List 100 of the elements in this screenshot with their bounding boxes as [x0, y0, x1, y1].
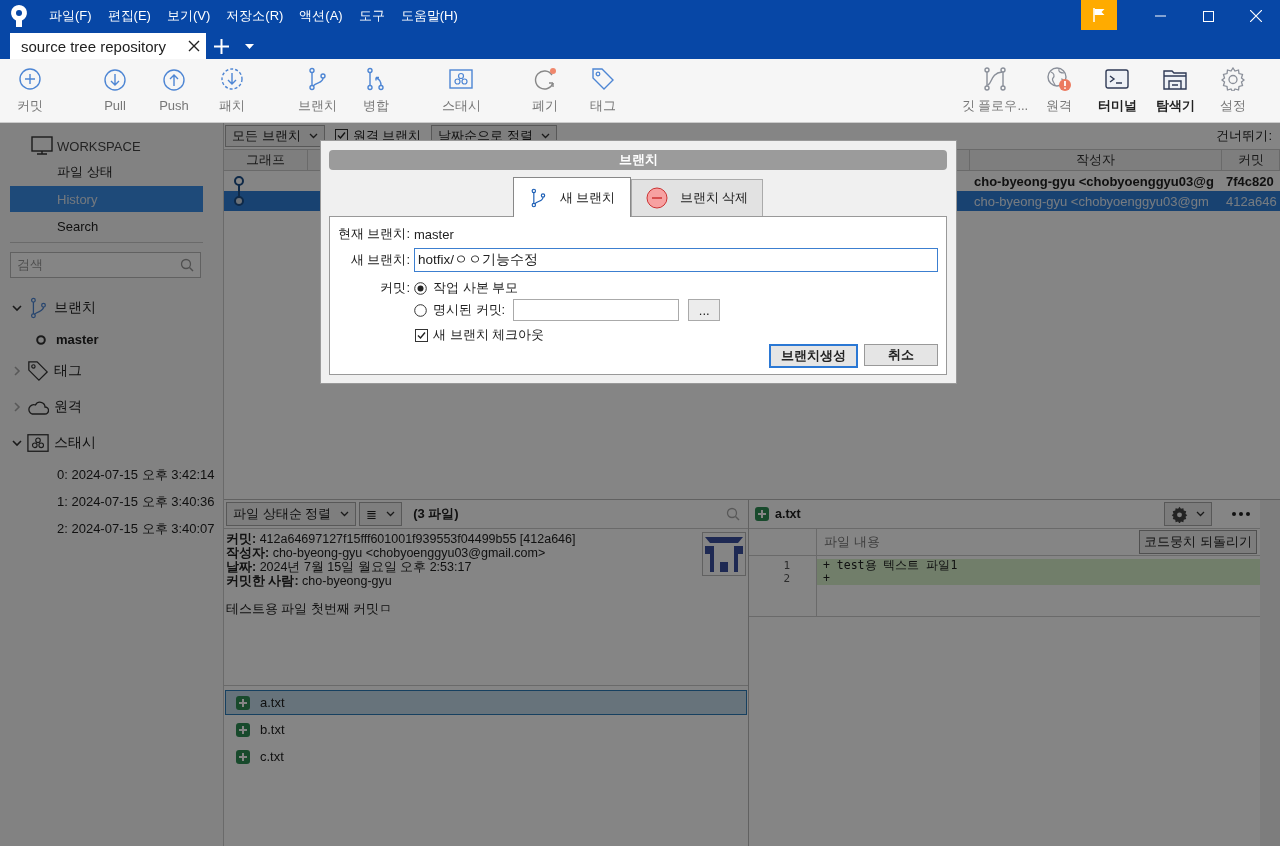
stash-icon — [449, 66, 473, 91]
skip-label: 건너뛰기: — [1216, 126, 1272, 145]
toolbar-button[interactable]: 탐색기 — [1146, 59, 1204, 122]
chevron-right-icon — [12, 402, 22, 412]
minus-circle-icon — [645, 187, 668, 209]
radio-label[interactable]: 명시된 커밋: — [433, 301, 506, 319]
menu-item[interactable]: 편집(E) — [99, 3, 159, 29]
chevron-down-icon — [340, 511, 350, 517]
toolbar-button[interactable]: Push — [145, 59, 203, 122]
check-icon — [336, 131, 346, 140]
sort-dropdown[interactable]: 파일 상태순 정렬 — [226, 502, 357, 526]
more-icon[interactable] — [1232, 512, 1250, 516]
commit-info-line: 커밋한 사람: cho-byeong-gyu — [226, 574, 393, 588]
commit-field[interactable] — [513, 299, 680, 321]
menu-item[interactable]: 보기(V) — [158, 3, 219, 29]
browse-button[interactable]: ... — [688, 299, 721, 321]
chevron-down-icon — [12, 438, 22, 448]
menu-item[interactable]: 파일(F) — [41, 3, 100, 29]
toolbar-button[interactable]: 커밋 — [1, 59, 59, 122]
file-item[interactable]: a.txt — [225, 690, 747, 715]
dialog-tab[interactable]: 새 브랜치 — [512, 177, 631, 217]
stash-item[interactable]: 2: 2024-07-15 오후 3:40:07 — [0, 515, 223, 542]
current-branch-value: master — [414, 226, 454, 242]
toolbar-button[interactable]: 설정 — [1204, 59, 1262, 122]
table-cell-text: cho-byeong-gyu <chobyoenggyu03@g — [973, 173, 1215, 189]
caret-icon — [245, 43, 255, 49]
column-header[interactable]: 그래프 — [224, 150, 308, 170]
commit-info-line: 날짜: 2024년 7월 15일 월요일 오후 2:53:17 — [226, 560, 473, 574]
monitor-icon — [31, 136, 53, 156]
stash-item[interactable]: 1: 2024-07-15 오후 3:40:36 — [0, 488, 223, 515]
toolbar-button[interactable]: 패치 — [203, 59, 261, 122]
terminal-icon — [1105, 66, 1129, 91]
sidebar-section[interactable]: 원격 — [0, 389, 223, 425]
sidebar-section[interactable]: 스태시 — [0, 425, 223, 461]
line-number: 1 — [782, 559, 791, 572]
menu-item[interactable]: 도구 — [350, 3, 393, 29]
tag-icon — [591, 66, 615, 91]
chevron-down-icon — [540, 132, 550, 139]
menu-item[interactable]: 저장소(R) — [218, 3, 292, 29]
up-arrow-circle-icon — [162, 68, 186, 92]
chevron-down-icon — [386, 511, 396, 517]
file-count: (3 파일) — [413, 505, 459, 523]
settings-icon — [1171, 505, 1188, 523]
commit-info-line: 커밋: 412a64697127f15fff601001f939553f04499b55 [412a646] — [226, 532, 577, 546]
toolbar-button[interactable]: 원격 — [1030, 59, 1088, 122]
line-number: 2 — [782, 572, 791, 585]
sidebar-section[interactable]: 브랜치 — [0, 290, 223, 326]
checkout-checkbox[interactable]: 새 브랜치 체크아웃 — [415, 326, 545, 344]
sidebar-item[interactable]: Search — [10, 213, 203, 239]
branch-filter-dropdown[interactable]: 모든 브랜치 — [225, 124, 325, 147]
branch-item[interactable]: master — [0, 326, 223, 353]
radio-label[interactable]: 작업 사본 부모 — [433, 279, 519, 297]
commit-message: 테스트용 파일 첫번째 커밋ㅁ — [226, 602, 394, 616]
flag-icon — [1093, 8, 1105, 22]
settings-dropdown[interactable] — [1164, 502, 1212, 526]
toolbar-button[interactable]: 스태시 — [432, 59, 490, 122]
create-branch-button[interactable]: 브랜치생성 — [769, 344, 858, 368]
toolbar-button[interactable]: 터미널 — [1088, 59, 1146, 122]
radio-empty-icon[interactable] — [414, 303, 427, 317]
cancel-button[interactable]: 취소 — [864, 344, 938, 366]
close-icon[interactable] — [188, 40, 201, 52]
table-cell-text: cho-byeong-gyu <chobyoenggyu03@gm — [973, 193, 1210, 209]
toolbar-button[interactable]: 병합 — [347, 59, 405, 122]
sidebar-item[interactable]: 파일 상태 — [10, 159, 203, 185]
column-header[interactable]: 작성자 — [970, 150, 1222, 170]
git-flow-icon — [983, 66, 1007, 91]
chevron-down-icon — [12, 303, 22, 313]
radio-selected-icon[interactable] — [414, 281, 427, 295]
chevron-right-icon — [12, 366, 22, 376]
settings-icon — [1221, 66, 1245, 91]
column-header[interactable]: 커밋 — [1222, 150, 1280, 170]
plus-circle-icon — [18, 66, 42, 91]
globe-icon — [1047, 66, 1071, 91]
repository-tab[interactable]: source tree repository — [10, 33, 207, 59]
tag-icon — [27, 360, 49, 382]
view-dropdown[interactable]: ≣ — [359, 502, 403, 526]
close-icon — [1250, 10, 1262, 22]
dialog-tab[interactable]: 브랜치 삭제 — [630, 179, 764, 216]
stash-icon — [27, 432, 49, 454]
branch-name-field[interactable]: hotfix/ㅇㅇ기능수정 — [414, 248, 938, 272]
dialog-title: 브랜치 — [329, 150, 947, 170]
file-item[interactable]: b.txt — [225, 717, 747, 742]
file-item[interactable]: c.txt — [225, 744, 747, 769]
stash-item[interactable]: 0: 2024-07-15 오후 3:42:14 — [0, 461, 223, 488]
toolbar-button[interactable]: 브랜치 — [288, 59, 346, 122]
file-name: a.txt — [775, 507, 801, 521]
menu-item[interactable]: 도움말(H) — [392, 3, 466, 29]
minimize-icon — [1154, 15, 1166, 17]
field-label: 현재 브랜치: — [336, 225, 410, 243]
toolbar-button[interactable]: 깃 플로우... — [960, 59, 1030, 122]
toolbar-button[interactable]: 태그 — [574, 59, 632, 122]
sidebar-section[interactable]: 태그 — [0, 353, 223, 389]
menu-item[interactable]: 액션(A) — [291, 3, 351, 29]
toolbar-button[interactable]: 폐기 — [516, 59, 574, 122]
toolbar-button[interactable]: Pull — [86, 59, 144, 122]
circular-arrow-icon — [533, 66, 557, 91]
table-cell-text: 412a646 — [1225, 193, 1278, 209]
chevron-down-icon — [1196, 511, 1205, 517]
revert-hunk-button[interactable]: 코드뭉치 되돌리기 — [1139, 530, 1257, 554]
field-label: 커밋: — [379, 279, 410, 297]
